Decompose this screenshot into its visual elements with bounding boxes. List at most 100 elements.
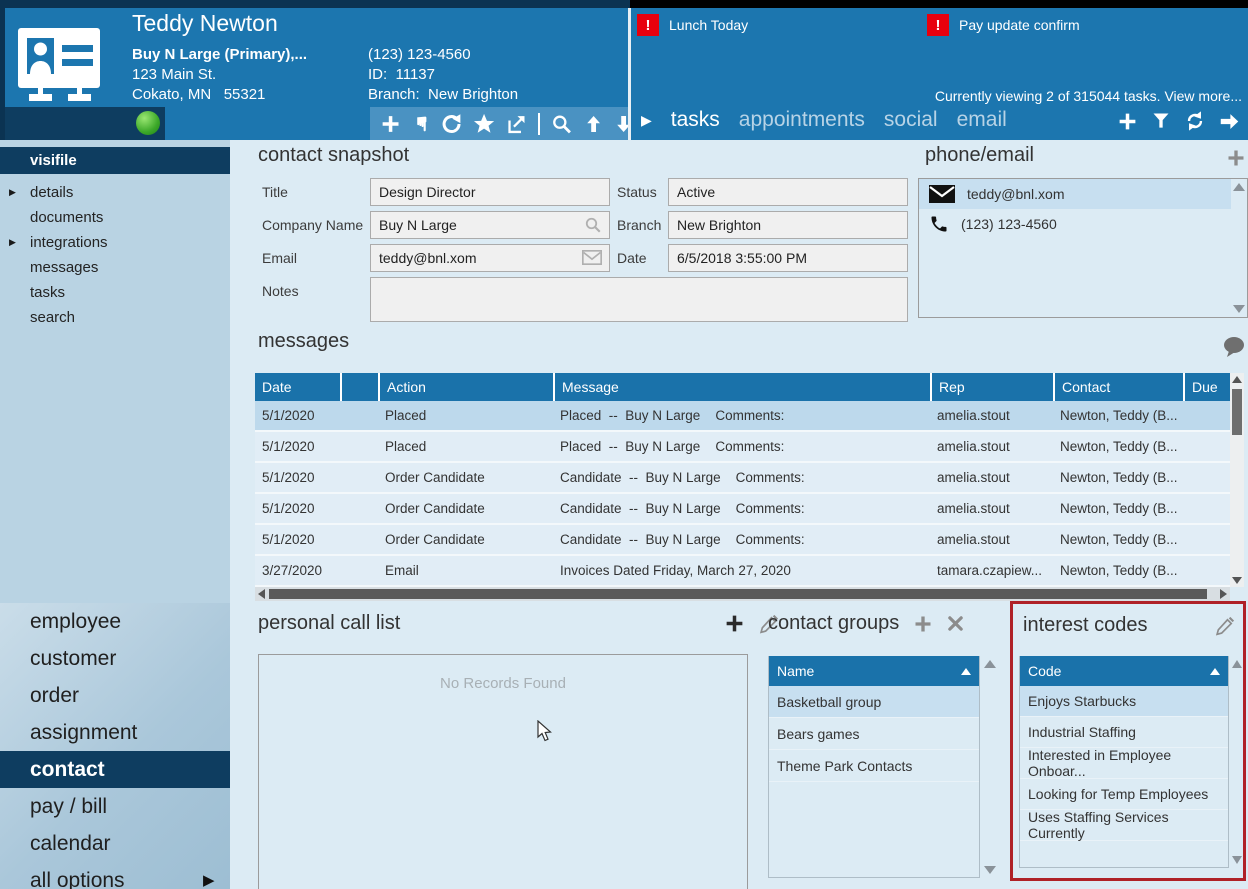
expand-arrow-icon: ▶ (9, 237, 16, 247)
title-field[interactable] (370, 178, 610, 206)
play-icon[interactable]: ▶ (641, 112, 652, 129)
col-header-message[interactable]: Message (553, 373, 930, 401)
scrollbar-thumb[interactable] (1232, 389, 1242, 435)
messages-horizontal-scrollbar[interactable] (255, 587, 1230, 601)
notes-field[interactable] (370, 277, 908, 322)
sidebar-item-search[interactable]: search (0, 305, 230, 330)
email-entry[interactable]: teddy@bnl.xom (919, 179, 1231, 209)
refresh-icon[interactable] (441, 113, 462, 135)
sidebar-item-details[interactable]: ▶ details (0, 180, 230, 205)
tab-appointments[interactable]: appointments (739, 108, 865, 132)
nav-item-all-options[interactable]: all options ▶ (0, 862, 230, 889)
scrollbar-thumb[interactable] (269, 589, 1207, 599)
phone-entry[interactable]: (123) 123-4560 (919, 209, 1231, 239)
filter-icon[interactable] (1151, 111, 1171, 131)
scroll-down-arrow[interactable] (984, 866, 996, 874)
messages-vertical-scrollbar[interactable] (1230, 373, 1244, 587)
contact-group-row[interactable]: Basketball group (769, 686, 979, 718)
interest-code-row[interactable]: Looking for Temp Employees (1020, 779, 1228, 810)
add-icon[interactable] (1226, 148, 1246, 168)
contact-group-row[interactable]: Theme Park Contacts (769, 750, 979, 782)
top-border-right (630, 0, 1248, 8)
interest-code-row[interactable]: Enjoys Starbucks (1020, 686, 1228, 717)
nav-item-customer[interactable]: customer (0, 640, 230, 677)
edit-pencil-icon[interactable] (1215, 616, 1235, 636)
status-field[interactable] (668, 178, 908, 206)
add-icon[interactable] (380, 113, 401, 135)
message-row[interactable]: 5/1/2020 Order Candidate Candidate -- Bu… (255, 525, 1230, 556)
add-icon[interactable] (913, 614, 933, 634)
message-row[interactable]: 5/1/2020 Placed Placed -- Buy N Large Co… (255, 432, 1230, 463)
message-row[interactable]: 5/1/2020 Order Candidate Candidate -- Bu… (255, 463, 1230, 494)
sidebar-item-visifile[interactable]: visifile (0, 147, 233, 174)
contact-groups-header[interactable]: Name (769, 656, 979, 686)
search-icon[interactable] (551, 113, 572, 135)
task-alert[interactable]: ! Pay update confirm (927, 14, 1207, 36)
scroll-up-arrow[interactable] (1232, 660, 1242, 668)
col-header-date[interactable]: Date (255, 373, 340, 401)
add-icon[interactable] (724, 613, 745, 634)
header-tabs: ▶ tasks appointments social email (641, 108, 1007, 132)
scroll-up-arrow[interactable] (1232, 376, 1242, 383)
sidebar-item-label: details (30, 184, 74, 201)
phone-email-scrollbar[interactable] (1231, 179, 1247, 317)
col-header-blank[interactable] (340, 373, 378, 401)
sidebar-item-integrations[interactable]: ▶ integrations (0, 230, 230, 255)
interest-code-row[interactable]: Uses Staffing Services Currently (1020, 809, 1228, 841)
scroll-up-arrow[interactable] (1233, 183, 1245, 191)
envelope-icon (582, 250, 602, 265)
col-header-action[interactable]: Action (378, 373, 553, 401)
scroll-down-arrow[interactable] (1232, 577, 1242, 584)
nav-item-order[interactable]: order (0, 677, 230, 714)
company-name-field[interactable] (370, 211, 610, 239)
tasks-summary-link[interactable]: Currently viewing 2 of 315044 tasks. Vie… (935, 88, 1242, 104)
star-icon[interactable] (473, 113, 495, 135)
scroll-down-arrow[interactable] (1232, 856, 1242, 864)
open-external-icon[interactable] (506, 113, 527, 135)
nav-item-calendar[interactable]: calendar (0, 825, 230, 862)
col-header-contact[interactable]: Contact (1053, 373, 1183, 401)
scroll-right-arrow[interactable] (1220, 589, 1227, 599)
nav-item-assignment[interactable]: assignment (0, 714, 230, 751)
interest-codes-header[interactable]: Code (1020, 656, 1228, 686)
branch-field[interactable] (668, 211, 908, 239)
message-row[interactable]: 5/1/2020 Order Candidate Candidate -- Bu… (255, 494, 1230, 525)
interest-code-row[interactable]: Interested in Employee Onboar... (1020, 747, 1228, 779)
nav-item-employee[interactable]: employee (0, 603, 230, 640)
task-alert[interactable]: ! Lunch Today (637, 14, 917, 36)
sidebar-item-messages[interactable]: messages (0, 255, 230, 280)
search-icon[interactable] (584, 216, 602, 234)
date-field[interactable] (668, 244, 908, 272)
scroll-down-arrow[interactable] (1233, 305, 1245, 313)
contact-group-row[interactable]: Bears games (769, 718, 979, 750)
scroll-left-arrow[interactable] (258, 589, 265, 599)
col-header-rep[interactable]: Rep (930, 373, 1053, 401)
tab-social[interactable]: social (884, 108, 938, 132)
arrow-up-icon[interactable] (584, 113, 603, 135)
interest-code-row[interactable]: Industrial Staffing (1020, 717, 1228, 748)
remove-icon[interactable] (947, 615, 964, 632)
sync-icon[interactable] (1184, 110, 1206, 132)
sidebar-item-documents[interactable]: documents (0, 205, 230, 230)
nav-item-contact[interactable]: contact (0, 751, 245, 788)
scroll-up-arrow[interactable] (984, 660, 996, 668)
nav-item-pay-bill[interactable]: pay / bill (0, 788, 230, 825)
col-header-due[interactable]: Due (1183, 373, 1230, 401)
tab-email[interactable]: email (957, 108, 1007, 132)
tab-tasks[interactable]: tasks (671, 108, 720, 132)
arrow-right-icon[interactable] (1219, 111, 1240, 132)
message-row[interactable]: 5/1/2020 Placed Placed -- Buy N Large Co… (255, 401, 1230, 432)
hand-pointer-icon[interactable]: ☛ (410, 115, 432, 133)
add-icon[interactable] (1117, 111, 1138, 132)
message-row[interactable]: 3/27/2020 Email Invoices Dated Friday, M… (255, 556, 1230, 587)
phone-email-list: teddy@bnl.xom (123) 123-4560 (919, 179, 1231, 317)
contact-groups-scrollbar[interactable] (982, 656, 998, 878)
sidebar: visifile ▶ details documents ▶ integration… (0, 140, 233, 603)
comment-bubble-icon[interactable] (1222, 336, 1246, 358)
email-field[interactable] (370, 244, 610, 272)
title-label: Title (262, 184, 288, 200)
sidebar-item-label: documents (30, 209, 104, 226)
sidebar-item-tasks[interactable]: tasks (0, 280, 230, 305)
interest-codes-table: Code Enjoys Starbucks Industrial Staffin… (1019, 656, 1229, 868)
interest-codes-scrollbar[interactable] (1231, 656, 1243, 868)
